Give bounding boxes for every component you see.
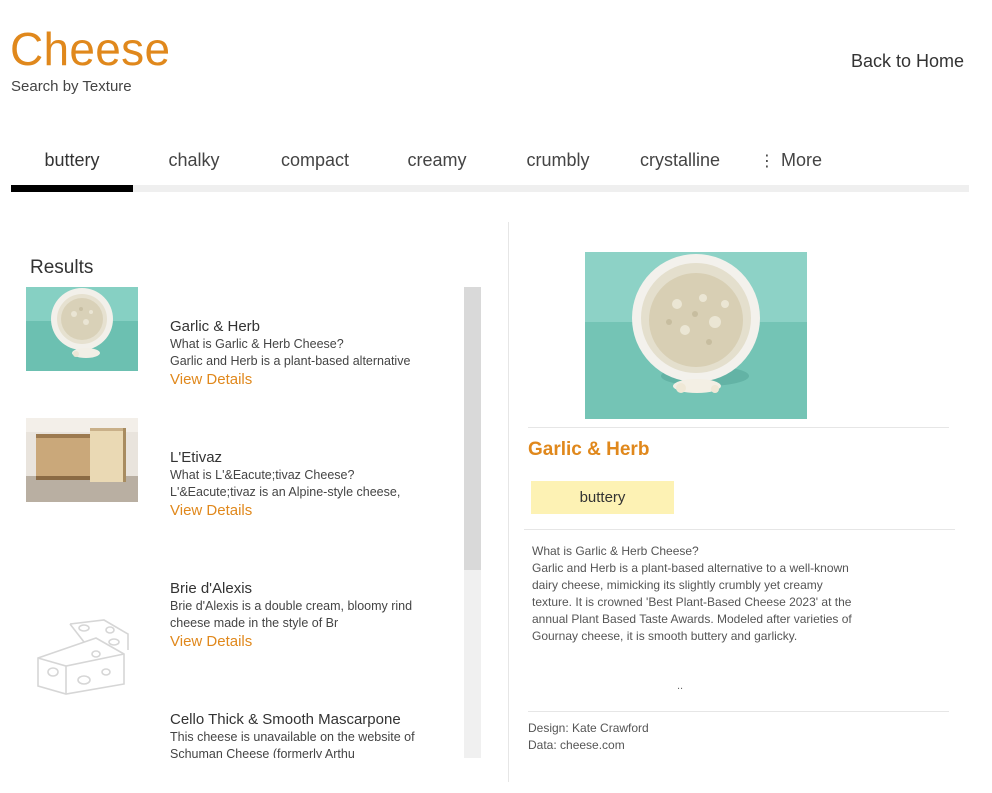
scrollbar-thumb[interactable] <box>464 287 481 570</box>
result-name: Cello Thick & Smooth Mascarpone <box>170 711 401 728</box>
detail-description-line: dairy cheese, mimicking its slightly cru… <box>532 578 823 592</box>
detail-description-line: texture. It is crowned 'Best Plant-Based… <box>532 595 852 609</box>
tab-crumbly[interactable]: crumbly <box>497 150 619 171</box>
cheese-wedge-photo <box>26 418 138 502</box>
results-list: Garlic & Herb What is Garlic & Herb Chee… <box>20 284 460 758</box>
detail-divider <box>528 427 949 428</box>
detail-divider <box>528 711 949 712</box>
credit-design: Design: Kate Crawford <box>528 721 649 735</box>
result-description: Brie d'Alexis is a double cream, bloomy … <box>170 599 413 613</box>
result-name: Garlic & Herb <box>170 318 261 335</box>
detail-cheese-name: Garlic & Herb <box>528 439 650 460</box>
app-subtitle: Search by Texture <box>11 78 132 95</box>
view-details-link[interactable]: View Details <box>170 633 440 651</box>
result-description: L'&Eacute;tivaz is an Alpine-style chees… <box>170 485 401 499</box>
detail-divider <box>524 529 955 530</box>
credit-data: Data: cheese.com <box>528 738 625 752</box>
view-details-link[interactable]: View Details <box>170 502 440 520</box>
result-item-brie-dalexis[interactable]: Brie d'Alexis Brie d'Alexis is a double … <box>20 546 460 695</box>
view-details-link[interactable]: View Details <box>170 371 440 389</box>
result-description: Garlic and Herb is a plant-based alterna… <box>170 354 411 368</box>
active-tab-indicator <box>11 185 133 192</box>
texture-tabs: buttery chalky compact creamy crumbly cr… <box>11 140 969 192</box>
tab-more-label: More <box>781 150 823 170</box>
results-scrollbar[interactable] <box>464 287 481 758</box>
tab-buttery[interactable]: buttery <box>11 150 133 171</box>
result-item-letivaz[interactable]: L'Etivaz What is L'&Eacute;tivaz Cheese?… <box>20 415 460 545</box>
tab-compact[interactable]: compact <box>254 150 376 171</box>
result-text: Cello Thick & Smooth Mascarpone This che… <box>170 711 440 758</box>
result-name: Brie d'Alexis <box>170 580 253 597</box>
app-title: Cheese <box>10 23 171 75</box>
tab-track <box>11 185 969 192</box>
result-item-garlic-herb[interactable]: Garlic & Herb What is Garlic & Herb Chee… <box>20 284 460 414</box>
results-title: Results <box>30 257 94 278</box>
detail-description: Garlic and Herb is a plant-based alterna… <box>532 560 877 645</box>
detail-question: What is Garlic & Herb Cheese? <box>532 544 699 558</box>
detail-description-line: Garlic and Herb is a plant-based alterna… <box>532 561 849 575</box>
back-to-home-link[interactable]: Back to Home <box>851 51 964 72</box>
result-item-cello-mascarpone[interactable]: Cello Thick & Smooth Mascarpone This che… <box>20 677 460 758</box>
result-description: What is Garlic & Herb Cheese? <box>170 337 344 351</box>
result-text: Brie d'Alexis Brie d'Alexis is a double … <box>170 580 440 651</box>
detail-description-line: Gournay cheese, it is smooth buttery and… <box>532 629 798 643</box>
result-description: cheese made in the style of Br <box>170 616 339 630</box>
cheese-bowl-photo <box>26 287 138 371</box>
tab-creamy[interactable]: creamy <box>376 150 498 171</box>
result-text: Garlic & Herb What is Garlic & Herb Chee… <box>170 318 440 389</box>
tab-chalky[interactable]: chalky <box>133 150 255 171</box>
result-description: What is L'&Eacute;tivaz Cheese? <box>170 468 355 482</box>
detail-ellipsis: .. <box>677 680 684 692</box>
texture-badge: buttery <box>531 481 674 514</box>
tab-more[interactable]: ⋮ More <box>759 150 822 171</box>
more-vertical-icon: ⋮ <box>759 153 775 170</box>
panel-divider <box>508 222 509 782</box>
detail-description-line: annual Plant Based Taste Awards. Modeled… <box>532 612 852 626</box>
result-description: This cheese is unavailable on the websit… <box>170 730 415 744</box>
detail-cheese-photo <box>585 252 807 419</box>
result-description: Schuman Cheese (formerly Arthu <box>170 747 355 758</box>
tab-crystalline[interactable]: crystalline <box>619 150 741 171</box>
result-text: L'Etivaz What is L'&Eacute;tivaz Cheese?… <box>170 449 440 520</box>
result-name: L'Etivaz <box>170 449 223 466</box>
